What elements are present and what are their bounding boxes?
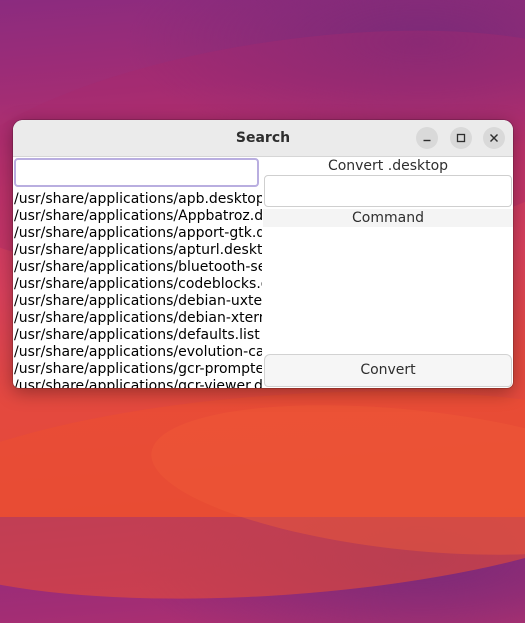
list-item[interactable]: /usr/share/applications/gcr-prompter.des… bbox=[13, 361, 262, 378]
list-item[interactable]: /usr/share/applications/codeblocks.deskt… bbox=[13, 276, 262, 293]
list-item[interactable]: /usr/share/applications/bluetooth-sendto… bbox=[13, 259, 262, 276]
list-item[interactable]: /usr/share/applications/apturl.desktop bbox=[13, 242, 262, 259]
window-title: Search bbox=[235, 130, 291, 146]
maximize-icon bbox=[456, 133, 466, 143]
minimize-icon bbox=[423, 139, 431, 142]
list-item[interactable]: /usr/share/applications/gcr-viewer.deskt… bbox=[13, 378, 262, 388]
convert-button[interactable]: Convert bbox=[264, 354, 512, 387]
desktop-path-input[interactable] bbox=[264, 175, 512, 207]
command-label: Command bbox=[263, 209, 513, 227]
file-list[interactable]: /usr/share/applications/apb.desktop/usr/… bbox=[13, 191, 262, 388]
list-item[interactable]: /usr/share/applications/debian-xterm.des… bbox=[13, 310, 262, 327]
list-item[interactable]: /usr/share/applications/apb.desktop bbox=[13, 191, 262, 208]
list-item[interactable]: /usr/share/applications/apport-gtk.deskt… bbox=[13, 225, 262, 242]
search-window: Search /usr/share/applications/apb.deskt… bbox=[13, 120, 513, 388]
close-icon bbox=[490, 134, 498, 142]
search-input[interactable] bbox=[14, 158, 259, 187]
titlebar[interactable]: Search bbox=[13, 120, 513, 157]
command-output[interactable] bbox=[263, 227, 513, 358]
maximize-button[interactable] bbox=[450, 127, 472, 149]
list-item[interactable]: /usr/share/applications/defaults.list bbox=[13, 327, 262, 344]
convert-desktop-label: Convert .desktop bbox=[327, 158, 449, 174]
list-item[interactable]: /usr/share/applications/evolution-calend… bbox=[13, 344, 262, 361]
close-button[interactable] bbox=[483, 127, 505, 149]
list-item[interactable]: /usr/share/applications/Appbatroz.deskto… bbox=[13, 208, 262, 225]
list-item[interactable]: /usr/share/applications/debian-uxterm.de… bbox=[13, 293, 262, 310]
converter-panel: Convert .desktop Command Convert bbox=[263, 156, 513, 388]
minimize-button[interactable] bbox=[416, 127, 438, 149]
